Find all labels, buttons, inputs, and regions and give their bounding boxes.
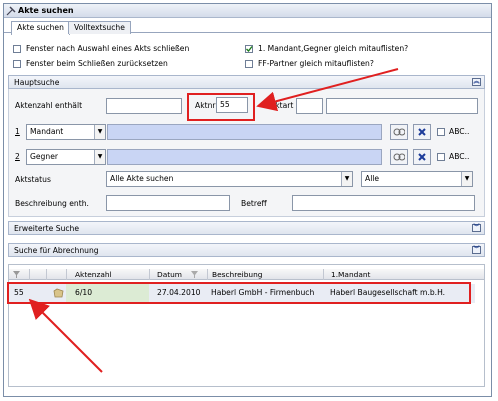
arrow-to-result-row: [28, 298, 103, 373]
annotation-arrows: [28, 68, 399, 373]
arrow-to-aktnr: [256, 68, 399, 112]
